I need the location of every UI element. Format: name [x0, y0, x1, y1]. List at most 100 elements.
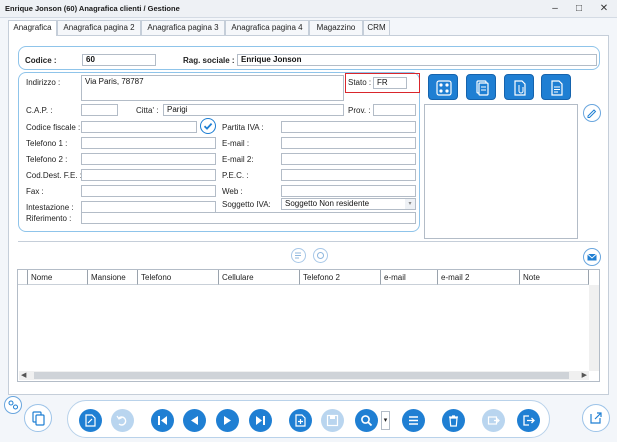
- tab-anagrafica[interactable]: Anagrafica: [8, 20, 57, 36]
- note-document-button[interactable]: [541, 74, 571, 100]
- pec-field[interactable]: [281, 169, 416, 181]
- check-cf-button[interactable]: [200, 118, 216, 134]
- map-pins-button[interactable]: [428, 74, 458, 100]
- email2-field[interactable]: [281, 153, 416, 165]
- first-record-icon: [158, 416, 167, 425]
- next-record-button[interactable]: [216, 409, 239, 432]
- exit-button[interactable]: [517, 409, 540, 432]
- riferimento-label: Riferimento :: [26, 214, 72, 223]
- maximize-button[interactable]: □: [570, 2, 588, 16]
- new-record-button[interactable]: [289, 409, 312, 432]
- note-document-icon: [551, 80, 563, 96]
- open-external-icon: [590, 412, 602, 424]
- cap-field[interactable]: [81, 104, 118, 116]
- list-view-button[interactable]: [402, 409, 425, 432]
- previous-record-button[interactable]: [183, 409, 206, 432]
- last-record-button[interactable]: [249, 409, 272, 432]
- soggetto-iva-value: Soggetto Non residente: [285, 199, 370, 208]
- riferimento-field[interactable]: [81, 212, 416, 224]
- pec-label: P.E.C. :: [222, 171, 249, 180]
- contact-add-button[interactable]: [291, 248, 306, 263]
- envelope-icon: [587, 253, 597, 261]
- tab-magazzino[interactable]: Magazzino: [309, 20, 363, 35]
- minimize-button[interactable]: –: [546, 2, 564, 16]
- tab-anagrafica-pagina-2[interactable]: Anagrafica pagina 2: [57, 20, 141, 35]
- web-label: Web :: [222, 187, 243, 196]
- indirizzo-field[interactable]: Via Paris, 78787: [81, 75, 344, 101]
- prov-field[interactable]: [373, 104, 416, 116]
- undo-icon: [116, 415, 127, 426]
- email-field[interactable]: [281, 137, 416, 149]
- contacts-table[interactable]: Nome Mansione Telefono Cellulare Telefon…: [17, 269, 600, 382]
- ragsoc-label: Rag. sociale :: [183, 56, 235, 65]
- horizontal-scrollbar[interactable]: ◀ ▶: [19, 371, 589, 380]
- separator: [18, 241, 598, 242]
- previous-icon: [191, 416, 198, 425]
- list-icon: [409, 416, 418, 425]
- exit-icon: [523, 415, 535, 426]
- intestazione-label: Intestazione :: [26, 203, 74, 212]
- col-nome[interactable]: Nome: [28, 270, 88, 285]
- options-icon: [8, 400, 18, 410]
- col-telefono[interactable]: Telefono: [138, 270, 219, 285]
- scroll-left-icon[interactable]: ◀: [21, 371, 26, 380]
- web-field[interactable]: [281, 185, 416, 197]
- col-cellulare[interactable]: Cellulare: [219, 270, 300, 285]
- codfe-label: Cod.Dest. F.E. :: [26, 171, 83, 180]
- contact-delete-icon: [317, 252, 324, 259]
- save-icon: [326, 414, 339, 427]
- edit-record-button[interactable]: [79, 409, 102, 432]
- piva-field[interactable]: [281, 121, 416, 133]
- send-email-button[interactable]: [583, 248, 601, 266]
- search-icon: [361, 415, 373, 427]
- col-telefono-2[interactable]: Telefono 2: [300, 270, 381, 285]
- cf-label: Codice fiscale :: [26, 123, 81, 132]
- open-external-button[interactable]: [582, 404, 610, 432]
- map-pins-icon: [436, 80, 452, 96]
- scroll-right-icon[interactable]: ▶: [582, 371, 587, 380]
- export-button[interactable]: [482, 409, 505, 432]
- codice-field[interactable]: 60: [82, 54, 156, 66]
- soggetto-iva-select[interactable]: Soggetto Non residente ▾: [281, 198, 416, 210]
- tab-anagrafica-pagina-4[interactable]: Anagrafica pagina 4: [225, 20, 309, 35]
- tab-anagrafica-pagina-3[interactable]: Anagrafica pagina 3: [141, 20, 225, 35]
- attach-document-icon: [514, 80, 526, 96]
- ragsoc-field[interactable]: Enrique Jonson: [237, 54, 597, 66]
- email2-label: E-mail 2:: [222, 155, 254, 164]
- scroll-thumb[interactable]: [34, 372, 569, 379]
- dropdown-arrow-icon: ▾: [405, 199, 415, 209]
- col-email[interactable]: e-mail: [381, 270, 438, 285]
- delete-button[interactable]: [442, 409, 465, 432]
- last-record-icon: [256, 416, 265, 425]
- indirizzo-label: Indirizzo :: [26, 78, 61, 87]
- notes-area[interactable]: [424, 104, 578, 239]
- col-note[interactable]: Note: [520, 270, 589, 285]
- codfe-field[interactable]: [81, 169, 216, 181]
- col-mansione[interactable]: Mansione: [88, 270, 138, 285]
- contact-delete-button[interactable]: [313, 248, 328, 263]
- search-button[interactable]: [355, 409, 378, 432]
- undo-button[interactable]: [111, 409, 134, 432]
- documents-button[interactable]: [466, 74, 496, 100]
- edit-notes-button[interactable]: [583, 104, 601, 122]
- close-button[interactable]: ✕: [595, 2, 613, 16]
- copy-record-button[interactable]: [24, 404, 52, 432]
- fax-field[interactable]: [81, 185, 216, 197]
- tab-crm[interactable]: CRM: [363, 20, 390, 35]
- search-options-dropdown[interactable]: ▾: [381, 411, 390, 430]
- checkmark-icon: [203, 122, 213, 130]
- col-email-2[interactable]: e-mail 2: [438, 270, 520, 285]
- window-title: Enrique Jonson (60) Anagrafica clienti /…: [5, 4, 180, 13]
- vertical-scrollbar[interactable]: [589, 285, 599, 371]
- attach-document-button[interactable]: [504, 74, 534, 100]
- edit-document-icon: [85, 414, 96, 427]
- stato-field[interactable]: FR: [373, 77, 407, 89]
- first-record-button[interactable]: [151, 409, 174, 432]
- options-button[interactable]: [4, 396, 22, 414]
- cf-field[interactable]: [81, 121, 197, 133]
- tel2-field[interactable]: [81, 153, 216, 165]
- save-button[interactable]: [321, 409, 344, 432]
- edit-pencil-icon: [587, 109, 597, 118]
- tel1-field[interactable]: [81, 137, 216, 149]
- citta-field[interactable]: Parigi: [163, 104, 344, 116]
